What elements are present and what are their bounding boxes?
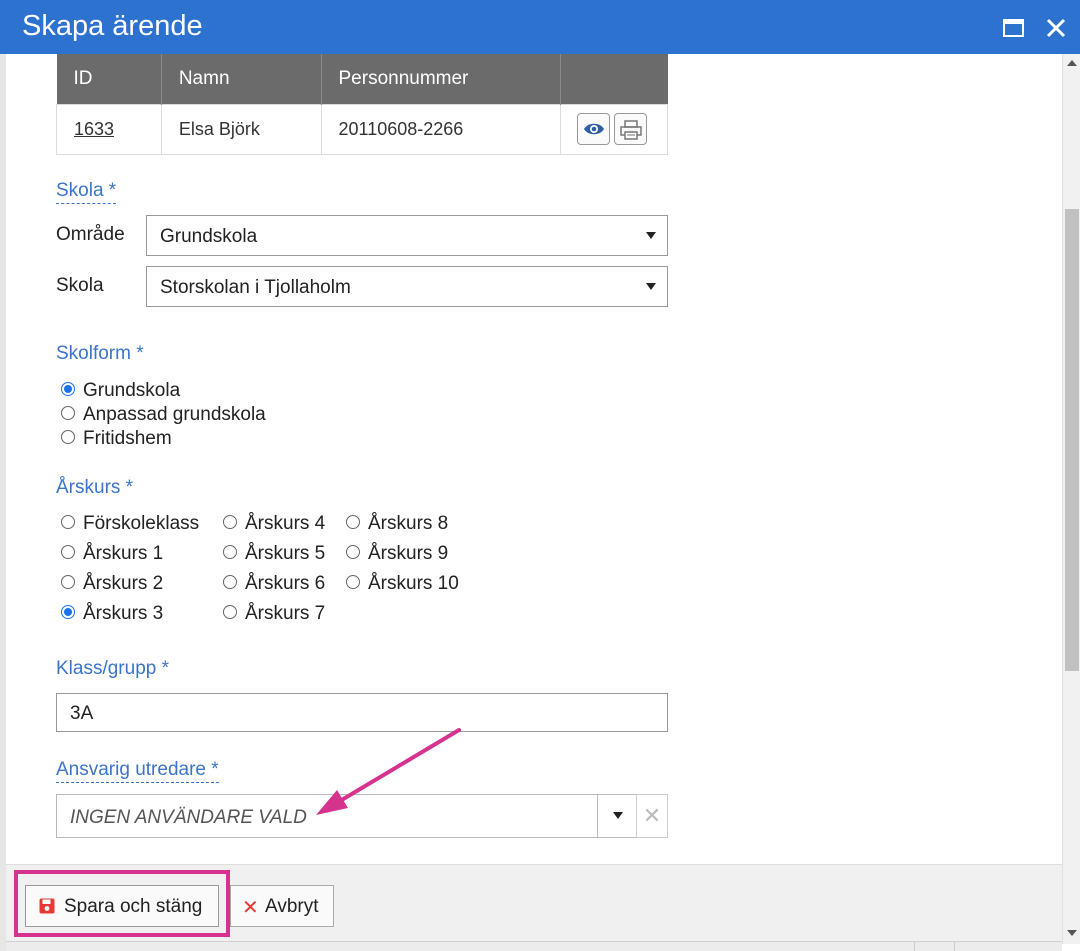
radio[interactable] <box>61 429 75 444</box>
vertical-scrollbar[interactable] <box>1062 54 1080 944</box>
header-id: ID <box>56 54 162 104</box>
printer-icon <box>620 120 642 140</box>
cancel-button-label: Avbryt <box>265 896 319 917</box>
status-divider <box>954 942 955 951</box>
header-namn: Namn <box>161 54 322 104</box>
skola-select-value: Storskolan i Tjollaholm <box>160 277 351 298</box>
arskurs-option-7[interactable]: Årskurs 7 <box>223 603 325 625</box>
cell-personnummer: 20110608-2266 <box>320 103 562 155</box>
table-row: 1633 Elsa Björk 20110608-2266 <box>56 103 668 155</box>
utredare-dropdown-toggle[interactable] <box>597 794 637 838</box>
arskurs-option-4[interactable]: Årskurs 4 <box>223 513 325 535</box>
arskurs-option-9[interactable]: Årskurs 9 <box>346 543 448 565</box>
klass-section-label: Klass/grupp * <box>56 658 170 679</box>
annotation-highlight-box <box>14 870 230 937</box>
radio[interactable] <box>346 544 360 559</box>
close-icon[interactable] <box>1042 14 1070 42</box>
table-header-row: ID Namn Personnummer <box>56 54 668 104</box>
utredare-select-value: INGEN ANVÄNDARE VALD <box>70 807 307 828</box>
status-divider <box>914 942 915 951</box>
skolform-option-fritidshem[interactable]: Fritidshem <box>61 428 172 450</box>
radio-checked[interactable] <box>61 604 75 619</box>
header-actions <box>560 54 668 104</box>
radio[interactable] <box>61 405 75 420</box>
radio[interactable] <box>346 514 360 529</box>
radio[interactable] <box>223 574 237 589</box>
left-edge <box>0 54 6 951</box>
arskurs-option-2[interactable]: Årskurs 2 <box>61 573 163 595</box>
omrade-select-value: Grundskola <box>160 226 258 247</box>
print-button[interactable] <box>614 113 648 145</box>
arskurs-option-3[interactable]: Årskurs 3 <box>61 603 163 625</box>
bottom-status-strip <box>6 941 1062 951</box>
skola-label: Skola <box>56 275 104 296</box>
utredare-select[interactable]: INGEN ANVÄNDARE VALD <box>56 794 637 838</box>
arskurs-option-forskoleklass[interactable]: Förskoleklass <box>61 513 199 535</box>
skola-section-label: Skola * <box>56 180 117 204</box>
skolform-option-anpassad[interactable]: Anpassad grundskola <box>61 404 266 426</box>
x-icon: ✕ <box>242 897 259 919</box>
radio[interactable] <box>61 514 75 529</box>
klass-input[interactable]: 3A <box>56 693 668 732</box>
radio[interactable] <box>223 604 237 619</box>
utredare-section-label: Ansvarig utredare * <box>56 759 219 783</box>
radio[interactable] <box>61 574 75 589</box>
arskurs-section-label: Årskurs * <box>56 477 134 498</box>
chevron-down-icon <box>613 812 623 819</box>
titlebar: Skapa ärende <box>0 0 1080 54</box>
radio[interactable] <box>223 544 237 559</box>
skolform-option-grundskola[interactable]: Grundskola <box>61 380 180 402</box>
header-personnummer: Personnummer <box>321 54 562 104</box>
cell-name: Elsa Björk <box>160 103 322 155</box>
cancel-button[interactable]: ✕ Avbryt <box>230 885 334 927</box>
radio[interactable] <box>61 544 75 559</box>
radio[interactable] <box>223 514 237 529</box>
omrade-select[interactable]: Grundskola <box>146 215 668 256</box>
skolform-section-label: Skolform * <box>56 343 144 364</box>
student-table: ID Namn Personnummer 1633 Elsa Björk 201… <box>56 54 668 155</box>
arskurs-option-10[interactable]: Årskurs 10 <box>346 573 459 595</box>
chevron-down-icon <box>646 283 656 290</box>
scroll-thumb[interactable] <box>1065 209 1079 671</box>
chevron-down-icon <box>646 232 656 239</box>
arskurs-option-8[interactable]: Årskurs 8 <box>346 513 448 535</box>
cell-actions <box>560 103 668 155</box>
radio-checked[interactable] <box>61 381 75 396</box>
maximize-icon[interactable] <box>1000 14 1028 42</box>
dialog-title: Skapa ärende <box>22 10 203 42</box>
klass-input-value: 3A <box>70 703 94 724</box>
omrade-label: Område <box>56 224 125 245</box>
cell-id: 1633 <box>56 103 162 155</box>
clear-icon[interactable]: ✕ <box>636 794 668 838</box>
scroll-down-arrow[interactable] <box>1067 930 1077 936</box>
arskurs-option-5[interactable]: Årskurs 5 <box>223 543 325 565</box>
arskurs-option-6[interactable]: Årskurs 6 <box>223 573 325 595</box>
scroll-up-arrow[interactable] <box>1067 60 1077 66</box>
view-button[interactable] <box>577 113 611 145</box>
skola-select[interactable]: Storskolan i Tjollaholm <box>146 266 668 307</box>
radio[interactable] <box>346 574 360 589</box>
student-id-link[interactable]: 1633 <box>74 119 114 139</box>
arskurs-option-1[interactable]: Årskurs 1 <box>61 543 163 565</box>
eye-icon <box>584 123 605 135</box>
create-case-dialog: Skapa ärende ID Namn Personnummer 1633 E… <box>0 0 1080 951</box>
